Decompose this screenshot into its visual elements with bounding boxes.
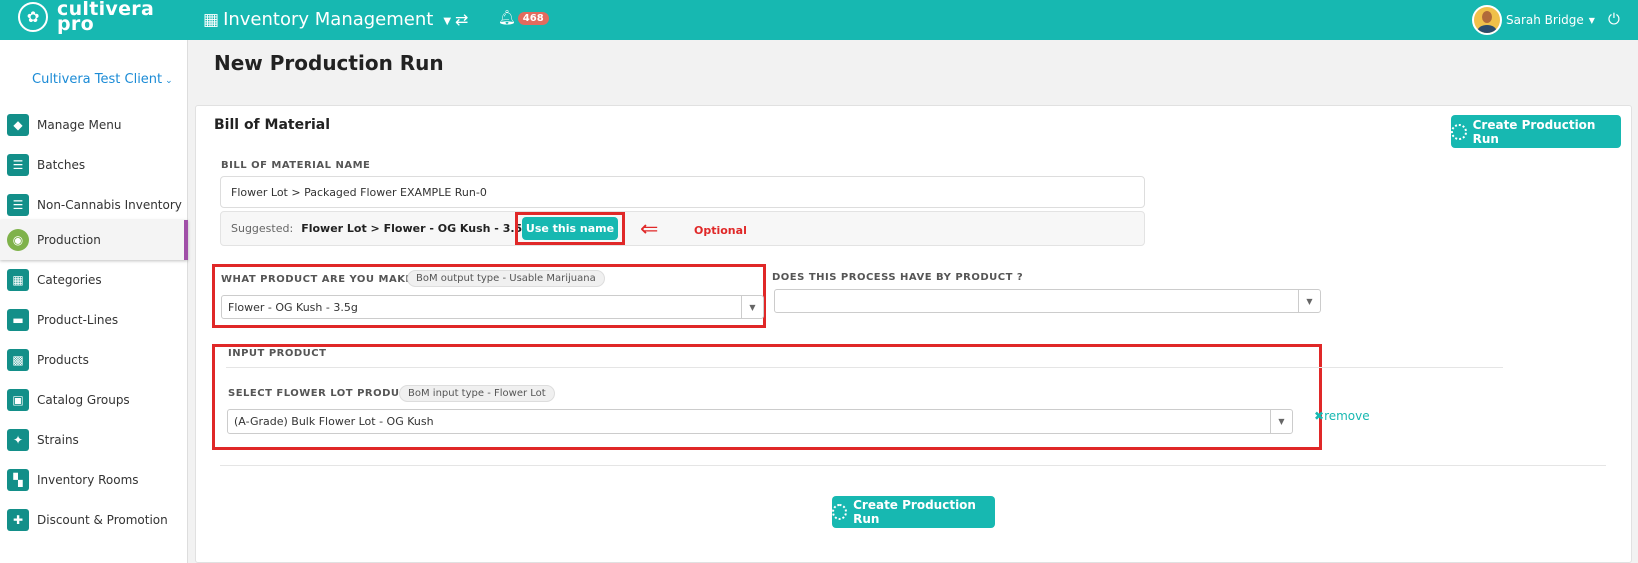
sidebar-item-label: Inventory Rooms [37, 473, 139, 487]
by-product-label: DOES THIS PROCESS HAVE BY PRODUCT ? [772, 272, 1024, 283]
avatar [1472, 5, 1502, 35]
tag-icon: ◆ [7, 114, 29, 136]
table-icon: ▦ [7, 269, 29, 291]
bill-of-material-panel: Bill of Material Create Production Run B… [195, 105, 1632, 563]
page-title: New Production Run [214, 51, 444, 75]
module-title: Inventory Management [223, 9, 434, 30]
user-name: Sarah Bridge [1506, 13, 1584, 27]
cog-icon [832, 504, 848, 520]
input-product-label: INPUT PRODUCT [228, 348, 327, 359]
power-icon[interactable]: ⏻ [1608, 10, 1620, 28]
tags-icon: ✚ [7, 509, 29, 531]
suggested-prefix: Suggested: [231, 222, 294, 235]
by-product-select[interactable]: ▼ [774, 289, 1321, 313]
create-production-run-button[interactable]: Create Production Run [1451, 115, 1621, 148]
sidebar-item-product-lines[interactable]: ▬ Product-Lines [0, 300, 188, 340]
client-selector[interactable]: Cultivera Test Client ⌄ [32, 72, 173, 87]
sidebar-item-catalog-groups[interactable]: ▣ Catalog Groups [0, 380, 188, 420]
suggested-name-bar: Suggested: Flower Lot > Flower - OG Kush… [220, 211, 1145, 246]
list-icon: ☰ [7, 154, 29, 176]
bom-name-field[interactable]: Flower Lot > Packaged Flower EXAMPLE Run… [220, 176, 1145, 208]
select-flower-lot-label: SELECT FLOWER LOT PRODUCT [228, 388, 415, 399]
sidebar-item-products[interactable]: ▩ Products [0, 340, 188, 380]
sidebar-item-batches[interactable]: ☰ Batches [0, 145, 188, 185]
bom-name-value: Flower Lot > Packaged Flower EXAMPLE Run… [231, 185, 487, 199]
list-icon: ☰ [7, 194, 29, 216]
arrow-left-icon: ⇐ [640, 217, 659, 242]
sidebar-item-label: Discount & Promotion [37, 513, 168, 527]
bell-icon: 🔔︎ [498, 10, 516, 26]
bottom-button-label: Create Production Run [853, 498, 976, 526]
divider [220, 465, 1606, 466]
production-icon: ◉ [7, 229, 29, 251]
grid-icon: ▩ [7, 349, 29, 371]
sidebar-item-manage-menu[interactable]: ◆ Manage Menu [0, 105, 188, 145]
notifications-button[interactable]: 🔔︎ 468 [498, 10, 549, 26]
close-icon: ✖ [1314, 409, 1325, 423]
sidebar: Cultivera Test Client ⌄ ◆ Manage Menu ☰ B… [0, 40, 188, 563]
grid-icon: ▦ [203, 9, 220, 30]
product-value: Flower - OG Kush - 3.5g [228, 300, 358, 314]
user-menu[interactable]: Sarah Bridge ▼ [1472, 5, 1595, 35]
sidebar-item-label: Non-Cannabis Inventory [37, 198, 182, 212]
swap-icon[interactable]: ⇄ [455, 10, 468, 29]
divider [226, 367, 1503, 368]
sidebar-item-label: Batches [37, 158, 86, 172]
chevron-down-icon: ▼ [1588, 15, 1595, 25]
notification-badge: 468 [517, 11, 549, 25]
chevron-down-icon: ⌄ [165, 76, 173, 86]
bom-name-label: BILL OF MATERIAL NAME [221, 160, 371, 171]
dropdown-arrow-icon: ▼ [1270, 410, 1292, 433]
top-bar: ✿ cultivera pro ▦ Inventory Management ▼… [0, 0, 1638, 40]
sidebar-item-label: Product-Lines [37, 313, 119, 327]
rooms-icon: ▚ [7, 469, 29, 491]
optional-note: Optional [694, 224, 747, 237]
catalog-icon: ▣ [7, 389, 29, 411]
input-type-pill: BoM input type - Flower Lot [399, 385, 555, 402]
create-production-run-bottom-button[interactable]: Create Production Run [832, 496, 995, 528]
input-value: (A-Grade) Bulk Flower Lot - OG Kush [234, 415, 434, 428]
product-label: WHAT PRODUCT ARE YOU MAKING ? [221, 274, 438, 285]
strains-icon: ✦ [7, 429, 29, 451]
sidebar-item-production[interactable]: ◉ Production [0, 220, 188, 260]
product-lines-icon: ▬ [7, 309, 29, 331]
remove-link[interactable]: ✖remove [1314, 409, 1370, 423]
sidebar-item-label: Strains [37, 433, 79, 447]
sidebar-item-categories[interactable]: ▦ Categories [0, 260, 188, 300]
use-this-name-button[interactable]: Use this name [522, 217, 618, 240]
cog-icon [1451, 123, 1467, 140]
module-switcher[interactable]: ▦ Inventory Management ▼ [203, 9, 451, 30]
logo-leaf-icon: ✿ [18, 2, 48, 32]
sidebar-item-label: Production [37, 233, 101, 247]
create-button-label: Create Production Run [1472, 117, 1596, 146]
sidebar-item-label: Categories [37, 273, 102, 287]
logo[interactable]: ✿ cultivera pro [18, 0, 154, 34]
sidebar-item-non-cannabis-inventory[interactable]: ☰ Non-Cannabis Inventory [0, 185, 188, 225]
output-type-pill: BoM output type - Usable Marijuana [407, 270, 605, 287]
sidebar-item-inventory-rooms[interactable]: ▚ Inventory Rooms [0, 460, 188, 500]
dropdown-arrow-icon: ▼ [1298, 290, 1320, 312]
panel-title: Bill of Material [214, 117, 331, 133]
chevron-down-icon: ▼ [443, 16, 452, 27]
sidebar-item-discount-promotion[interactable]: ✚ Discount & Promotion [0, 500, 188, 540]
sidebar-item-label: Catalog Groups [37, 393, 130, 407]
dropdown-arrow-icon: ▼ [741, 296, 763, 318]
client-name: Cultivera Test Client [32, 72, 163, 87]
use-name-label: Use this name [525, 222, 615, 235]
sidebar-item-strains[interactable]: ✦ Strains [0, 420, 188, 460]
remove-label: remove [1324, 409, 1370, 423]
product-select[interactable]: Flower - OG Kush - 3.5g ▼ [221, 295, 764, 319]
sidebar-item-label: Products [37, 353, 89, 367]
flower-lot-select[interactable]: (A-Grade) Bulk Flower Lot - OG Kush ▼ [227, 409, 1293, 434]
sidebar-item-label: Manage Menu [37, 118, 122, 132]
